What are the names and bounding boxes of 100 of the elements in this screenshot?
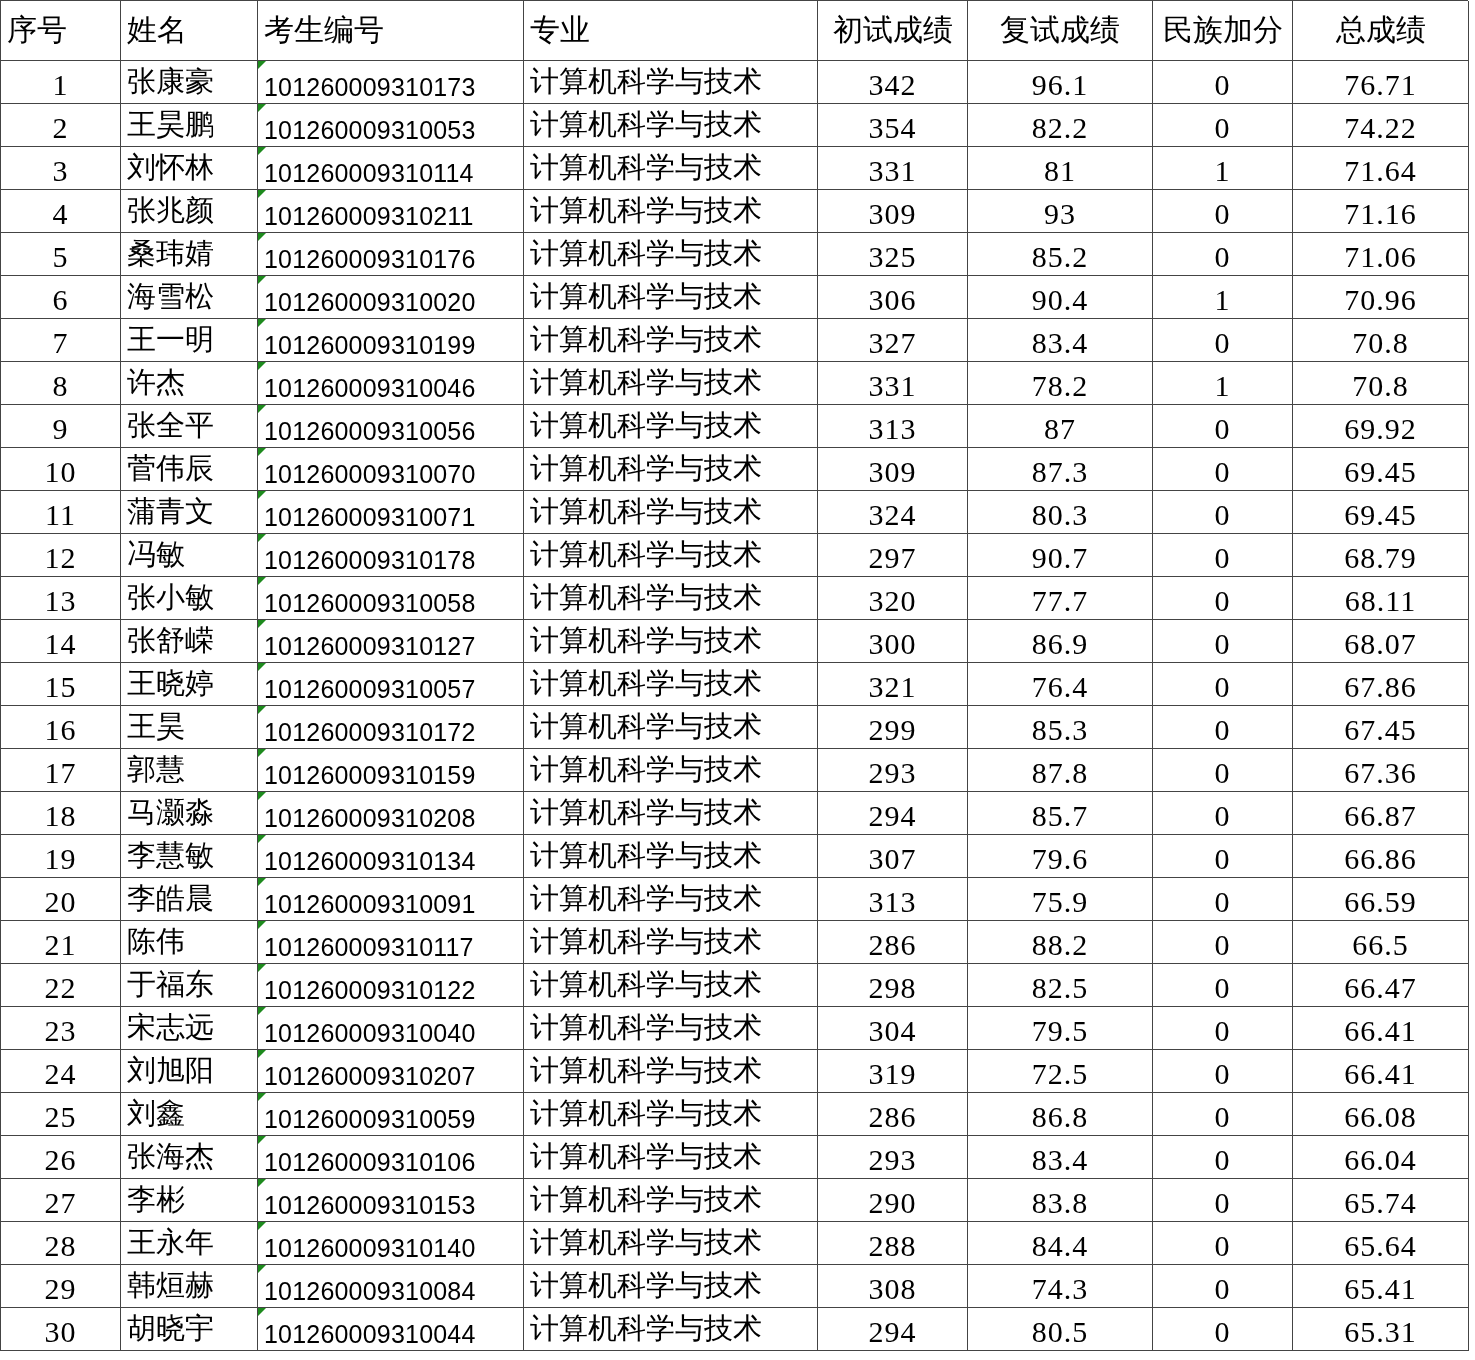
table-cell: 张小敏: [121, 577, 258, 620]
table-cell: 0: [1153, 491, 1293, 534]
table-cell: 2: [1, 104, 121, 147]
table-cell: 0: [1153, 1007, 1293, 1050]
table-cell: 74.22: [1293, 104, 1469, 147]
table-cell: 许杰: [121, 362, 258, 405]
table-cell: 计算机科学与技术: [524, 1308, 818, 1351]
cell-text: 101260009310127: [264, 632, 476, 661]
table-cell: 87.8: [968, 749, 1153, 792]
table-cell: 87: [968, 405, 1153, 448]
table-cell: 25: [1, 1093, 121, 1136]
table-cell: 17: [1, 749, 121, 792]
table-cell: 1: [1, 61, 121, 104]
table-cell: 0: [1153, 448, 1293, 491]
table-cell: 76.71: [1293, 61, 1469, 104]
table-cell: 86.8: [968, 1093, 1153, 1136]
cell-text: 101260009310159: [264, 761, 476, 790]
table-cell: 1: [1153, 276, 1293, 319]
cell-text: 101260009310117: [264, 933, 474, 962]
table-cell: 5: [1, 233, 121, 276]
table-cell: 354: [818, 104, 968, 147]
table-cell: 计算机科学与技术: [524, 448, 818, 491]
table-cell: 0: [1153, 1265, 1293, 1308]
table-cell: 286: [818, 1093, 968, 1136]
table-cell: 293: [818, 1136, 968, 1179]
table-cell: 0: [1153, 61, 1293, 104]
table-cell: 85.2: [968, 233, 1153, 276]
table-cell: 307: [818, 835, 968, 878]
table-cell: 16: [1, 706, 121, 749]
table-cell: 0: [1153, 964, 1293, 1007]
table-cell: 90.4: [968, 276, 1153, 319]
cell-text: 101260009310114: [264, 159, 474, 188]
table-cell: 计算机科学与技术: [524, 1007, 818, 1050]
table-cell: 26: [1, 1136, 121, 1179]
table-cell: 71.06: [1293, 233, 1469, 276]
table-cell: 69.92: [1293, 405, 1469, 448]
table-cell: 李皓晨: [121, 878, 258, 921]
table-cell: 70.8: [1293, 362, 1469, 405]
table-cell: 342: [818, 61, 968, 104]
table-cell: 张全平: [121, 405, 258, 448]
table-cell: 27: [1, 1179, 121, 1222]
table-cell: 313: [818, 405, 968, 448]
table-cell: 于福东: [121, 964, 258, 1007]
table-cell: 24: [1, 1050, 121, 1093]
table-cell: 3: [1, 147, 121, 190]
table-cell: 0: [1153, 620, 1293, 663]
table-cell: 计算机科学与技术: [524, 878, 818, 921]
table-cell: 王昊: [121, 706, 258, 749]
table-cell: 23: [1, 1007, 121, 1050]
table-cell: 77.7: [968, 577, 1153, 620]
table-cell: 80.3: [968, 491, 1153, 534]
table-cell: 85.3: [968, 706, 1153, 749]
table-cell: 刘旭阳: [121, 1050, 258, 1093]
table-cell: 76.4: [968, 663, 1153, 706]
table-cell: 计算机科学与技术: [524, 706, 818, 749]
table-cell: 14: [1, 620, 121, 663]
table-cell: 计算机科学与技术: [524, 362, 818, 405]
table-cell: 290: [818, 1179, 968, 1222]
table-cell: 0: [1153, 233, 1293, 276]
table-cell: 李慧敏: [121, 835, 258, 878]
table-cell: 65.31: [1293, 1308, 1469, 1351]
table-cell: 286: [818, 921, 968, 964]
table-cell: 74.3: [968, 1265, 1153, 1308]
table-cell: 324: [818, 491, 968, 534]
table-cell: 计算机科学与技术: [524, 1265, 818, 1308]
table-cell: 计算机科学与技术: [524, 534, 818, 577]
table-cell: 66.86: [1293, 835, 1469, 878]
table-cell: 计算机科学与技术: [524, 233, 818, 276]
table-cell: 冯敏: [121, 534, 258, 577]
table-cell: 83.4: [968, 319, 1153, 362]
table-cell: 70.96: [1293, 276, 1469, 319]
table-cell: 0: [1153, 1136, 1293, 1179]
cell-text: 101260009310056: [264, 417, 476, 446]
table-cell: 4: [1, 190, 121, 233]
table-cell: 0: [1153, 1222, 1293, 1265]
table-cell: 郭慧: [121, 749, 258, 792]
table-cell: 325: [818, 233, 968, 276]
table-cell: 桑玮婧: [121, 233, 258, 276]
cell-text: 101260009310122: [264, 976, 476, 1005]
table-cell: 327: [818, 319, 968, 362]
table-cell: 计算机科学与技术: [524, 749, 818, 792]
cell-text: 101260009310178: [264, 546, 476, 575]
cell-text: 101260009310199: [264, 331, 476, 360]
cell-text: 101260009310058: [264, 589, 476, 618]
table-cell: 宋志远: [121, 1007, 258, 1050]
table-cell: 0: [1153, 1308, 1293, 1351]
table-cell: 320: [818, 577, 968, 620]
table-cell: 0: [1153, 792, 1293, 835]
table-cell: 69.45: [1293, 448, 1469, 491]
table-cell: 0: [1153, 878, 1293, 921]
table-cell: 309: [818, 190, 968, 233]
table-cell: 1: [1153, 362, 1293, 405]
cell-text: 101260009310211: [264, 202, 474, 231]
table-cell: 78.2: [968, 362, 1153, 405]
table-cell: 66.59: [1293, 878, 1469, 921]
table-cell: 30: [1, 1308, 121, 1351]
table-cell: 294: [818, 792, 968, 835]
table-cell: 321: [818, 663, 968, 706]
table-cell: 331: [818, 147, 968, 190]
table-cell: 计算机科学与技术: [524, 1222, 818, 1265]
